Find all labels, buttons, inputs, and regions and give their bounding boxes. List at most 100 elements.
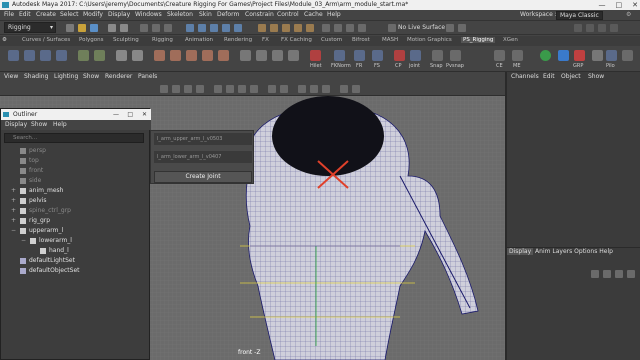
- menu-create[interactable]: Create: [36, 11, 56, 18]
- outliner-menu-display[interactable]: Display: [5, 121, 27, 128]
- tab-bifrost[interactable]: Bifrost: [352, 37, 370, 43]
- outliner-minimize-icon[interactable]: —: [113, 109, 119, 120]
- menu-display[interactable]: Display: [108, 11, 130, 18]
- minimize-button[interactable]: —: [599, 0, 606, 10]
- channels-menu-object[interactable]: Object: [561, 73, 581, 80]
- snap-view-plane-icon[interactable]: [294, 24, 302, 32]
- outliner-item[interactable]: persp: [20, 146, 46, 156]
- channels-menu-show[interactable]: Show: [588, 73, 604, 80]
- create-joint-button[interactable]: Create Joint: [154, 171, 252, 183]
- layer-tab-anim[interactable]: Anim: [535, 248, 550, 255]
- shelf-ik-handle-icon[interactable]: [24, 50, 35, 61]
- shelf-fknorm-icon[interactable]: [334, 50, 345, 61]
- layer-menu-help[interactable]: Help: [599, 248, 613, 255]
- select-by-surface-icon[interactable]: [222, 24, 230, 32]
- shelf-group-icon[interactable]: [288, 50, 299, 61]
- shelf-delete-history-icon[interactable]: [272, 50, 283, 61]
- expand-toggle-icon[interactable]: +: [11, 206, 18, 216]
- select-component-icon[interactable]: [164, 24, 172, 32]
- select-by-deformation-icon[interactable]: [234, 24, 242, 32]
- outliner-item[interactable]: defaultObjectSet: [20, 266, 80, 276]
- layer-menu-layers[interactable]: Layers: [552, 248, 572, 255]
- make-live-icon[interactable]: [306, 24, 314, 32]
- render-settings-icon[interactable]: [358, 24, 366, 32]
- joint-name-field-2[interactable]: l_arm_lower_arm_l_v0407: [154, 151, 252, 163]
- bookmark-icon[interactable]: [172, 85, 180, 93]
- shelf-pilo-icon[interactable]: [606, 50, 617, 61]
- select-by-joint-icon[interactable]: [198, 24, 206, 32]
- menu-help[interactable]: Help: [327, 11, 341, 18]
- outliner-item[interactable]: + rig_grp: [11, 216, 50, 226]
- panel-menu-renderer[interactable]: Renderer: [105, 73, 132, 80]
- layer-menu-options[interactable]: Options: [574, 248, 597, 255]
- shelf-fs-icon[interactable]: [372, 50, 383, 61]
- new-scene-icon[interactable]: [66, 24, 74, 32]
- close-button[interactable]: ✕: [632, 0, 638, 10]
- shelf-cluster-icon[interactable]: [132, 50, 143, 61]
- shelf-circle-icon[interactable]: [558, 50, 569, 61]
- wireframe-on-shaded-icon[interactable]: [238, 85, 246, 93]
- attribute-editor-icon[interactable]: [586, 24, 594, 32]
- sign-in-icon[interactable]: [458, 24, 466, 32]
- outliner-menu-show[interactable]: Show: [31, 121, 47, 128]
- outliner-item[interactable]: − lowerarm_l: [21, 236, 72, 246]
- outliner-item[interactable]: top: [20, 156, 39, 166]
- select-by-curve-icon[interactable]: [210, 24, 218, 32]
- menu-file[interactable]: File: [4, 11, 14, 18]
- tab-curves-surfaces[interactable]: Curves / Surfaces: [22, 37, 70, 43]
- shelf-locator-icon[interactable]: [116, 50, 127, 61]
- image-plane-icon[interactable]: [184, 85, 192, 93]
- select-object-icon[interactable]: [152, 24, 160, 32]
- channels-menu-edit[interactable]: Edit: [543, 73, 555, 80]
- workspace-lock-icon[interactable]: ⚙: [626, 11, 631, 18]
- layer-tab-display[interactable]: Display: [507, 248, 534, 255]
- menu-skeleton[interactable]: Skeleton: [167, 11, 193, 18]
- menu-edit[interactable]: Edit: [19, 11, 31, 18]
- shelf-point-constraint-icon[interactable]: [154, 50, 165, 61]
- outliner-item[interactable]: defaultLightSet: [20, 256, 75, 266]
- tab-polygons[interactable]: Polygons: [79, 37, 103, 43]
- render-icon[interactable]: [334, 24, 342, 32]
- expand-toggle-icon[interactable]: −: [21, 236, 28, 246]
- shelf-snap-icon[interactable]: [432, 50, 443, 61]
- shelf-freeze-icon[interactable]: [240, 50, 251, 61]
- shelf-me-icon[interactable]: [512, 50, 523, 61]
- xray-icon[interactable]: [298, 85, 306, 93]
- menu-constrain[interactable]: Constrain: [245, 11, 274, 18]
- shelf-settings-icon[interactable]: ⚙: [2, 37, 7, 43]
- shelf-ce-icon[interactable]: [494, 50, 505, 61]
- camera-attributes-icon[interactable]: [160, 85, 168, 93]
- tab-xgen[interactable]: XGen: [503, 37, 518, 43]
- tab-rendering[interactable]: Rendering: [224, 37, 252, 43]
- shelf-extra-icon[interactable]: [592, 50, 603, 61]
- panel-menu-shading[interactable]: Shading: [24, 73, 48, 80]
- gamma-icon[interactable]: [352, 85, 360, 93]
- shelf-bind-skin-icon[interactable]: [78, 50, 89, 61]
- expand-toggle-icon[interactable]: +: [11, 196, 18, 206]
- tab-custom[interactable]: Custom: [321, 37, 342, 43]
- shelf-insert-joint-icon[interactable]: [56, 50, 67, 61]
- shelf-fr-icon[interactable]: [354, 50, 365, 61]
- snap-curve-icon[interactable]: [270, 24, 278, 32]
- symmetry-icon[interactable]: [446, 24, 454, 32]
- shadows-icon[interactable]: [280, 85, 288, 93]
- shelf-grp-icon[interactable]: [574, 50, 585, 61]
- tab-motion-graphics[interactable]: Motion Graphics: [407, 37, 452, 43]
- shelf-joint-tool-icon[interactable]: [410, 50, 421, 61]
- ipr-render-icon[interactable]: [346, 24, 354, 32]
- shelf-joint-icon[interactable]: [8, 50, 19, 61]
- outliner-search-input[interactable]: Search...: [4, 133, 144, 143]
- shelf-sphere-icon[interactable]: [540, 50, 551, 61]
- tab-fx[interactable]: FX: [262, 37, 269, 43]
- workspace-dropdown[interactable]: Maya Classic: [556, 11, 603, 20]
- save-scene-icon[interactable]: [90, 24, 98, 32]
- shelf-aim-constraint-icon[interactable]: [202, 50, 213, 61]
- outliner-title-bar[interactable]: Outliner — □ ✕: [1, 109, 151, 120]
- channel-box-icon[interactable]: [610, 24, 618, 32]
- menuset-dropdown[interactable]: Rigging ▾: [4, 22, 56, 33]
- tab-fx-caching[interactable]: FX Caching: [281, 37, 312, 43]
- shelf-ik-spline-icon[interactable]: [40, 50, 51, 61]
- tab-animation[interactable]: Animation: [185, 37, 213, 43]
- channels-menu-channels[interactable]: Channels: [511, 73, 539, 80]
- layer-down-icon[interactable]: [603, 270, 611, 278]
